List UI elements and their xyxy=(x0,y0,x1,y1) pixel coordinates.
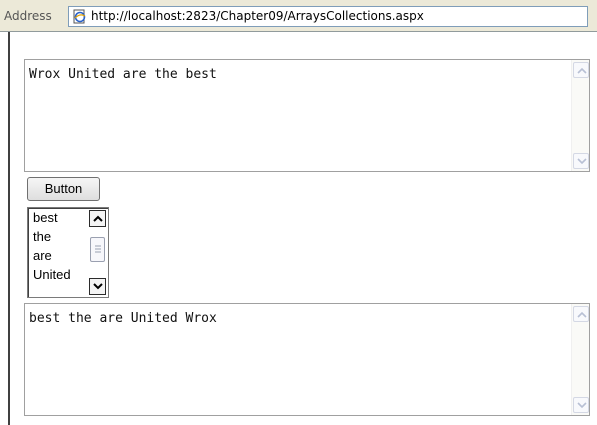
input-textarea[interactable]: Wrox United are the best xyxy=(24,59,590,172)
chevron-down-icon[interactable] xyxy=(573,397,589,413)
grip-icon[interactable] xyxy=(90,237,105,262)
output-textarea-scrollbar[interactable] xyxy=(571,304,589,415)
list-item[interactable]: the xyxy=(33,229,51,244)
words-listbox[interactable]: best the are United xyxy=(27,207,109,298)
list-item[interactable]: United xyxy=(33,267,71,282)
submit-button[interactable]: Button xyxy=(27,177,100,201)
output-textarea-text: best the are United Wrox xyxy=(29,311,217,326)
address-url: http://localhost:2823/Chapter09/ArraysCo… xyxy=(91,9,424,23)
input-textarea-scrollbar[interactable] xyxy=(571,60,589,171)
address-label: Address xyxy=(4,9,52,23)
ie-page-icon xyxy=(72,9,87,24)
chevron-down-icon[interactable] xyxy=(89,278,106,295)
chevron-up-icon[interactable] xyxy=(89,210,106,227)
chevron-down-icon[interactable] xyxy=(573,153,589,169)
input-textarea-text: Wrox United are the best xyxy=(29,67,217,82)
list-item[interactable]: are xyxy=(33,248,52,263)
list-item[interactable]: best xyxy=(33,210,58,225)
listbox-scrollbar[interactable] xyxy=(89,210,106,295)
output-textarea[interactable]: best the are United Wrox xyxy=(24,303,590,416)
chevron-up-icon[interactable] xyxy=(573,62,589,78)
address-input[interactable]: http://localhost:2823/Chapter09/ArraysCo… xyxy=(68,6,588,27)
address-bar: Address http://localhost:2823/Chapter09/… xyxy=(0,0,597,32)
chevron-up-icon[interactable] xyxy=(573,306,589,322)
